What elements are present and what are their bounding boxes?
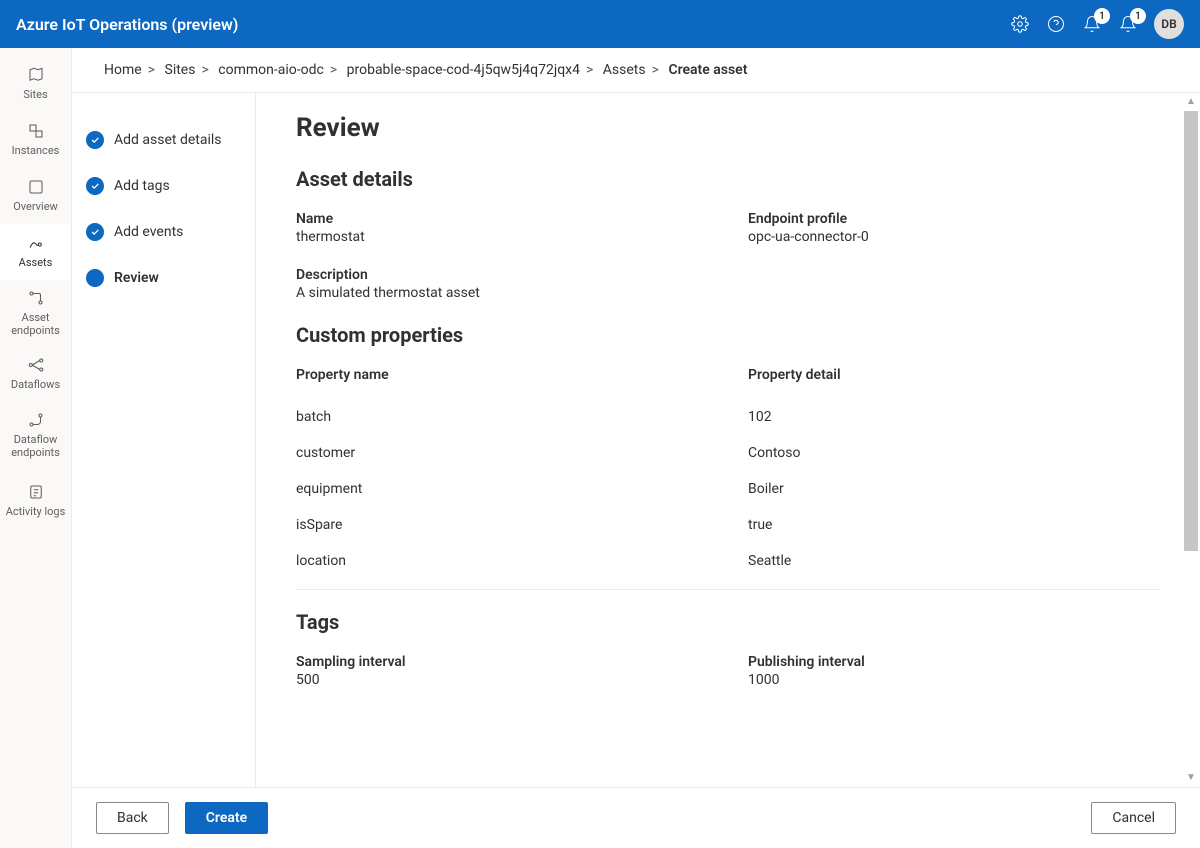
name-label: Name [296, 211, 708, 227]
property-name: batch [296, 409, 708, 425]
crumb-site[interactable]: common-aio-odc [218, 62, 324, 78]
property-detail: Contoso [748, 445, 1160, 461]
nav-label: Overview [9, 200, 62, 213]
publishing-interval-label: Publishing interval [748, 654, 1160, 670]
name-value: thermostat [296, 229, 708, 245]
cancel-button[interactable]: Cancel [1091, 802, 1176, 834]
step-label: Add tags [114, 178, 170, 194]
nav-label: Assets [15, 256, 57, 269]
nav-item-activity-logs[interactable]: Activity logs [0, 468, 71, 534]
nav-label: Dataflows [7, 378, 64, 391]
property-row: location Seattle [296, 543, 1160, 579]
step-check-icon [86, 223, 104, 241]
step-add-tags[interactable]: Add tags [82, 163, 243, 209]
nav-item-asset-endpoints[interactable]: Asset endpoints [0, 280, 71, 346]
create-button[interactable]: Create [185, 802, 268, 834]
nav-label: Instances [8, 144, 64, 157]
alert-badge: 1 [1094, 8, 1110, 24]
property-name: isSpare [296, 517, 708, 533]
divider [296, 589, 1160, 590]
wizard-steps: Add asset details Add tags Add events Re… [72, 93, 256, 787]
nav-item-assets[interactable]: Assets [0, 224, 71, 280]
step-check-icon [86, 177, 104, 195]
notification-bell-icon[interactable]: 1 [1118, 14, 1138, 34]
help-icon[interactable] [1046, 14, 1066, 34]
sampling-interval-label: Sampling interval [296, 654, 708, 670]
crumb-instance[interactable]: probable-space-cod-4j5qw5j4q72jqx4 [347, 62, 580, 78]
step-label: Add asset details [114, 132, 222, 148]
notification-badge: 1 [1130, 8, 1146, 24]
nav-label: Dataflow endpoints [0, 433, 71, 459]
assets-icon [27, 234, 45, 252]
instances-icon [27, 122, 45, 140]
endpoint-profile-value: opc-ua-connector-0 [748, 229, 1160, 245]
endpoint-profile-label: Endpoint profile [748, 211, 1160, 227]
property-name: customer [296, 445, 708, 461]
property-row: customer Contoso [296, 435, 1160, 471]
step-check-icon [86, 131, 104, 149]
property-name-header: Property name [296, 367, 708, 383]
main-panel: Home> Sites> common-aio-odc> probable-sp… [72, 48, 1200, 848]
property-detail: Seattle [748, 553, 1160, 569]
asset-details-heading: Asset details [296, 167, 1160, 191]
activity-log-icon [27, 483, 45, 501]
publishing-interval-value: 1000 [748, 672, 1160, 688]
step-add-events[interactable]: Add events [82, 209, 243, 255]
page-title: Review [296, 113, 1160, 143]
property-detail-header: Property detail [748, 367, 1160, 383]
nav-item-dataflow-endpoints[interactable]: Dataflow endpoints [0, 402, 71, 468]
alert-bell-icon[interactable]: 1 [1082, 14, 1102, 34]
review-panel: Review Asset details Name thermostat End… [256, 93, 1200, 787]
property-name: location [296, 553, 708, 569]
wizard-footer: Back Create Cancel [72, 787, 1200, 848]
left-nav: Sites Instances Overview Assets Asset en… [0, 48, 72, 848]
nav-label: Sites [19, 88, 51, 101]
sampling-interval-value: 500 [296, 672, 708, 688]
nav-label: Asset endpoints [0, 311, 71, 337]
property-name: equipment [296, 481, 708, 497]
nav-item-sites[interactable]: Sites [0, 56, 71, 112]
crumb-assets[interactable]: Assets [603, 62, 646, 78]
app-header: Azure IoT Operations (preview) 1 1 DB [0, 0, 1200, 48]
map-icon [27, 66, 45, 84]
property-row: equipment Boiler [296, 471, 1160, 507]
dataflow-endpoint-icon [27, 411, 45, 429]
header-actions: 1 1 DB [1010, 9, 1184, 39]
nav-item-overview[interactable]: Overview [0, 168, 71, 224]
crumb-sites[interactable]: Sites [165, 62, 196, 78]
description-label: Description [296, 267, 708, 283]
property-row: batch 102 [296, 399, 1160, 435]
description-value: A simulated thermostat asset [296, 285, 708, 301]
crumb-current: Create asset [668, 62, 747, 78]
step-current-icon [86, 269, 104, 287]
tags-heading: Tags [296, 610, 1160, 634]
nav-item-instances[interactable]: Instances [0, 112, 71, 168]
step-add-asset-details[interactable]: Add asset details [82, 117, 243, 163]
settings-icon[interactable] [1010, 14, 1030, 34]
avatar[interactable]: DB [1154, 9, 1184, 39]
property-detail: 102 [748, 409, 1160, 425]
step-label: Review [114, 270, 159, 286]
dataflow-icon [27, 356, 45, 374]
nav-label: Activity logs [2, 505, 70, 518]
custom-properties-heading: Custom properties [296, 323, 1160, 347]
property-detail: true [748, 517, 1160, 533]
back-button[interactable]: Back [96, 802, 169, 834]
overview-icon [27, 178, 45, 196]
crumb-home[interactable]: Home [104, 62, 142, 78]
breadcrumb: Home> Sites> common-aio-odc> probable-sp… [72, 48, 1200, 93]
asset-endpoint-icon [27, 289, 45, 307]
step-label: Add events [114, 224, 183, 240]
nav-item-dataflows[interactable]: Dataflows [0, 346, 71, 402]
header-title: Azure IoT Operations (preview) [16, 15, 238, 34]
property-detail: Boiler [748, 481, 1160, 497]
property-row: isSpare true [296, 507, 1160, 543]
step-review[interactable]: Review [82, 255, 243, 301]
